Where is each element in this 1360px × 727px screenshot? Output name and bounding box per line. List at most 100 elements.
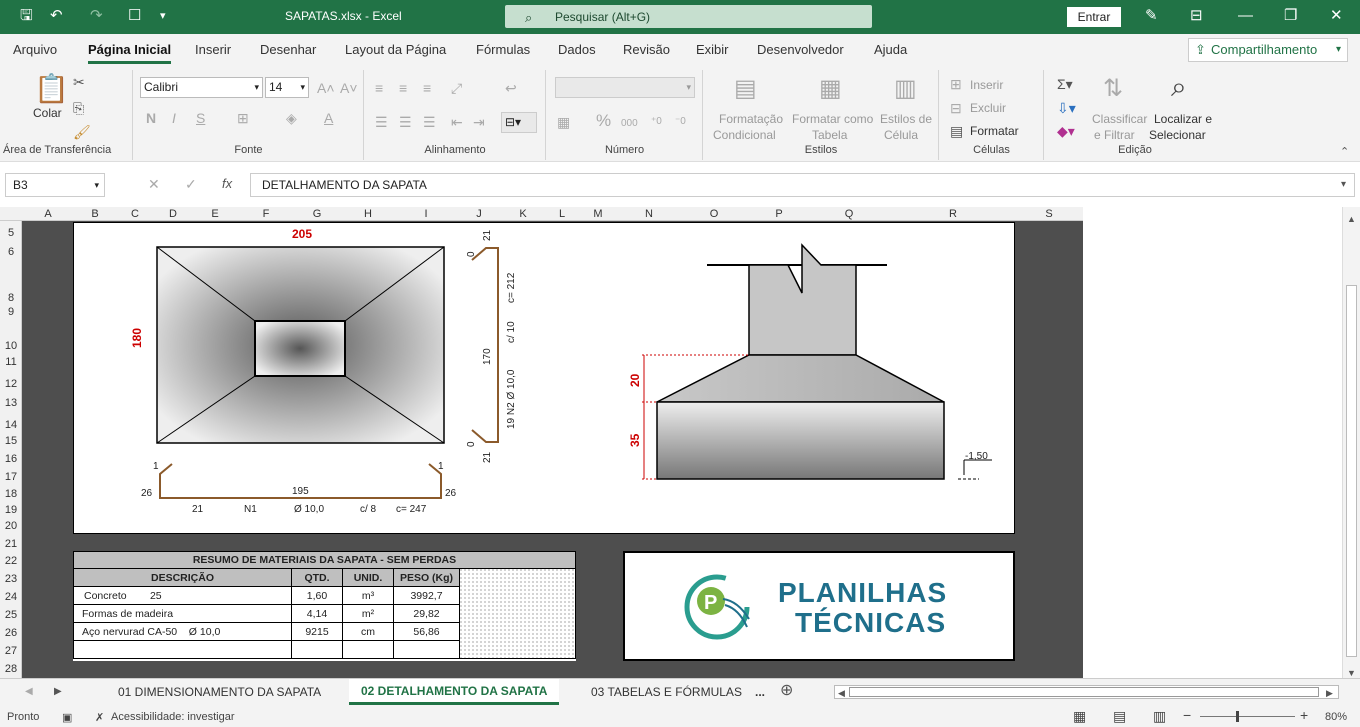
tab-desenvolvedor[interactable]: Desenvolvedor <box>757 42 844 57</box>
font-name-dropdown[interactable]: Calibri ▾ <box>140 77 263 98</box>
bold-button[interactable]: N <box>146 110 156 126</box>
collapse-ribbon-icon[interactable]: ⌃ <box>1340 144 1349 160</box>
find-select-label-1[interactable]: Localizar e <box>1154 112 1212 126</box>
col-header-b[interactable]: B <box>87 208 103 220</box>
sheet-tab-dimensionamento[interactable]: 01 DIMENSIONAMENTO DA SAPATA <box>118 685 321 699</box>
find-select-label-2[interactable]: Selecionar <box>1149 128 1206 142</box>
conditional-format-icon[interactable]: ▤ <box>734 76 757 102</box>
horizontal-scrollbar[interactable]: ◀ ▶ <box>834 685 1339 699</box>
col-header-j[interactable]: J <box>471 208 487 220</box>
borders-icon[interactable]: ⊞ <box>237 110 249 126</box>
tab-ajuda[interactable]: Ajuda <box>874 42 907 57</box>
table-cell[interactable] <box>291 640 343 659</box>
italic-button[interactable]: I <box>172 110 176 126</box>
row-header[interactable]: 27 <box>0 645 22 657</box>
col-header-h[interactable]: H <box>360 208 376 220</box>
row-header[interactable]: 8 <box>0 292 22 304</box>
expand-formula-icon[interactable]: ▾ <box>1341 177 1346 193</box>
align-top-icon[interactable]: ≡ <box>375 80 383 96</box>
font-size-dropdown[interactable]: 14 ▾ <box>265 77 309 98</box>
row-header[interactable]: 14 <box>0 419 22 431</box>
align-bottom-icon[interactable]: ≡ <box>423 80 431 96</box>
number-format-dropdown[interactable]: ▾ <box>555 77 695 98</box>
sheet-tab-detalhamento[interactable]: 02 DETALHAMENTO DA SAPATA <box>349 679 560 705</box>
name-box[interactable]: B3 ▾ <box>5 173 105 197</box>
autosum-icon[interactable]: Σ▾ <box>1057 76 1073 92</box>
table-cell[interactable] <box>73 640 292 659</box>
redo-icon[interactable]: ↷ <box>90 8 103 24</box>
table-cell[interactable]: 1,60 <box>291 586 343 605</box>
cancel-icon[interactable]: ✕ <box>148 176 160 192</box>
cell-styles-label-2[interactable]: Célula <box>884 128 918 142</box>
tab-inserir[interactable]: Inserir <box>195 42 231 57</box>
row-header[interactable]: 26 <box>0 627 22 639</box>
row-header[interactable]: 18 <box>0 488 22 500</box>
insert-cells-icon[interactable]: ⊞ <box>950 76 962 92</box>
col-header-l[interactable]: L <box>554 208 570 220</box>
format-painter-icon[interactable]: 🖌 <box>73 124 91 140</box>
merge-center-dropdown[interactable]: ⊟▾ <box>501 112 537 133</box>
sort-filter-label-1[interactable]: Classificar <box>1092 112 1147 126</box>
row-header[interactable]: 28 <box>0 663 22 675</box>
col-header-d[interactable]: D <box>165 208 181 220</box>
wrap-text-icon[interactable]: ↩ <box>505 80 517 96</box>
row-header[interactable]: 13 <box>0 397 22 409</box>
row-header[interactable]: 15 <box>0 435 22 447</box>
tab-formulas[interactable]: Fórmulas <box>476 42 530 57</box>
sort-filter-icon[interactable]: ⇅ <box>1103 76 1123 102</box>
format-table-label-1[interactable]: Formatar como <box>792 112 873 126</box>
page-break-view-icon[interactable]: ▥ <box>1153 708 1166 725</box>
insert-cells-label[interactable]: Inserir <box>970 78 1003 92</box>
percent-button[interactable]: % <box>596 112 611 129</box>
page-layout-view-icon[interactable]: ▤ <box>1113 708 1126 725</box>
save-icon[interactable]: 🖫 <box>20 8 33 24</box>
zoom-slider[interactable] <box>1200 716 1295 717</box>
align-right-icon[interactable]: ☰ <box>423 114 436 130</box>
scroll-left-icon[interactable]: ◀ <box>838 685 845 701</box>
row-header[interactable]: 11 <box>0 356 22 368</box>
row-header[interactable]: 5 <box>0 227 22 239</box>
row-header[interactable]: 23 <box>0 573 22 585</box>
copy-icon[interactable]: ⎘ <box>73 100 84 116</box>
col-header-f[interactable]: F <box>258 208 274 220</box>
col-header-s[interactable]: S <box>1041 208 1057 220</box>
format-table-icon[interactable]: ▦ <box>819 76 842 102</box>
col-header-p[interactable]: P <box>771 208 787 220</box>
delete-cells-icon[interactable]: ⊟ <box>950 100 962 116</box>
col-header-k[interactable]: K <box>515 208 531 220</box>
row-header[interactable]: 19 <box>0 504 22 516</box>
align-middle-icon[interactable]: ≡ <box>399 80 407 96</box>
more-sheets-button[interactable]: ... <box>755 685 765 699</box>
table-cell[interactable]: cm <box>342 622 394 641</box>
row-header[interactable]: 17 <box>0 471 22 483</box>
fill-icon[interactable]: ⇩▾ <box>1057 100 1076 116</box>
prev-sheet-icon[interactable]: ◀ <box>25 684 33 700</box>
restore-icon[interactable]: ❐ <box>1284 8 1297 24</box>
row-header[interactable]: 10 <box>0 340 22 352</box>
align-center-icon[interactable]: ☰ <box>399 114 412 130</box>
align-left-icon[interactable]: ☰ <box>375 114 388 130</box>
undo-icon[interactable]: ↶ <box>50 8 63 24</box>
cut-icon[interactable]: ✂ <box>73 74 85 90</box>
ribbon-display-icon[interactable]: ⊟ <box>1190 8 1203 24</box>
row-header[interactable]: 24 <box>0 591 22 603</box>
close-icon[interactable]: ✕ <box>1330 8 1343 24</box>
table-cell[interactable] <box>393 640 460 659</box>
pen-icon[interactable]: ✎ <box>1145 8 1158 24</box>
row-header[interactable]: 22 <box>0 555 22 567</box>
table-cell[interactable]: Formas de madeira <box>73 604 292 623</box>
table-cell[interactable]: m² <box>342 604 394 623</box>
row-header[interactable]: 12 <box>0 378 22 390</box>
table-cell[interactable] <box>342 640 394 659</box>
table-cell[interactable]: Aço nervurad CA-50 Ø 10,0 <box>73 622 292 641</box>
worksheet-grid[interactable]: A B C D E F G H I J K L M N O P Q R S 5 … <box>0 207 1342 678</box>
conditional-format-label-1[interactable]: Formatação <box>719 112 783 126</box>
delete-cells-label[interactable]: Excluir <box>970 101 1006 115</box>
thousands-icon[interactable]: 000 <box>621 116 638 132</box>
customize-qat-icon[interactable]: ▾ <box>160 8 166 24</box>
paste-label[interactable]: Colar <box>33 106 62 120</box>
sign-in-button[interactable]: Entrar <box>1067 7 1121 27</box>
sheet-tab-tabelas[interactable]: 03 TABELAS E FÓRMULAS <box>591 685 742 699</box>
zoom-level[interactable]: 80% <box>1325 711 1347 723</box>
touch-mode-icon[interactable]: ☐ <box>128 8 141 24</box>
